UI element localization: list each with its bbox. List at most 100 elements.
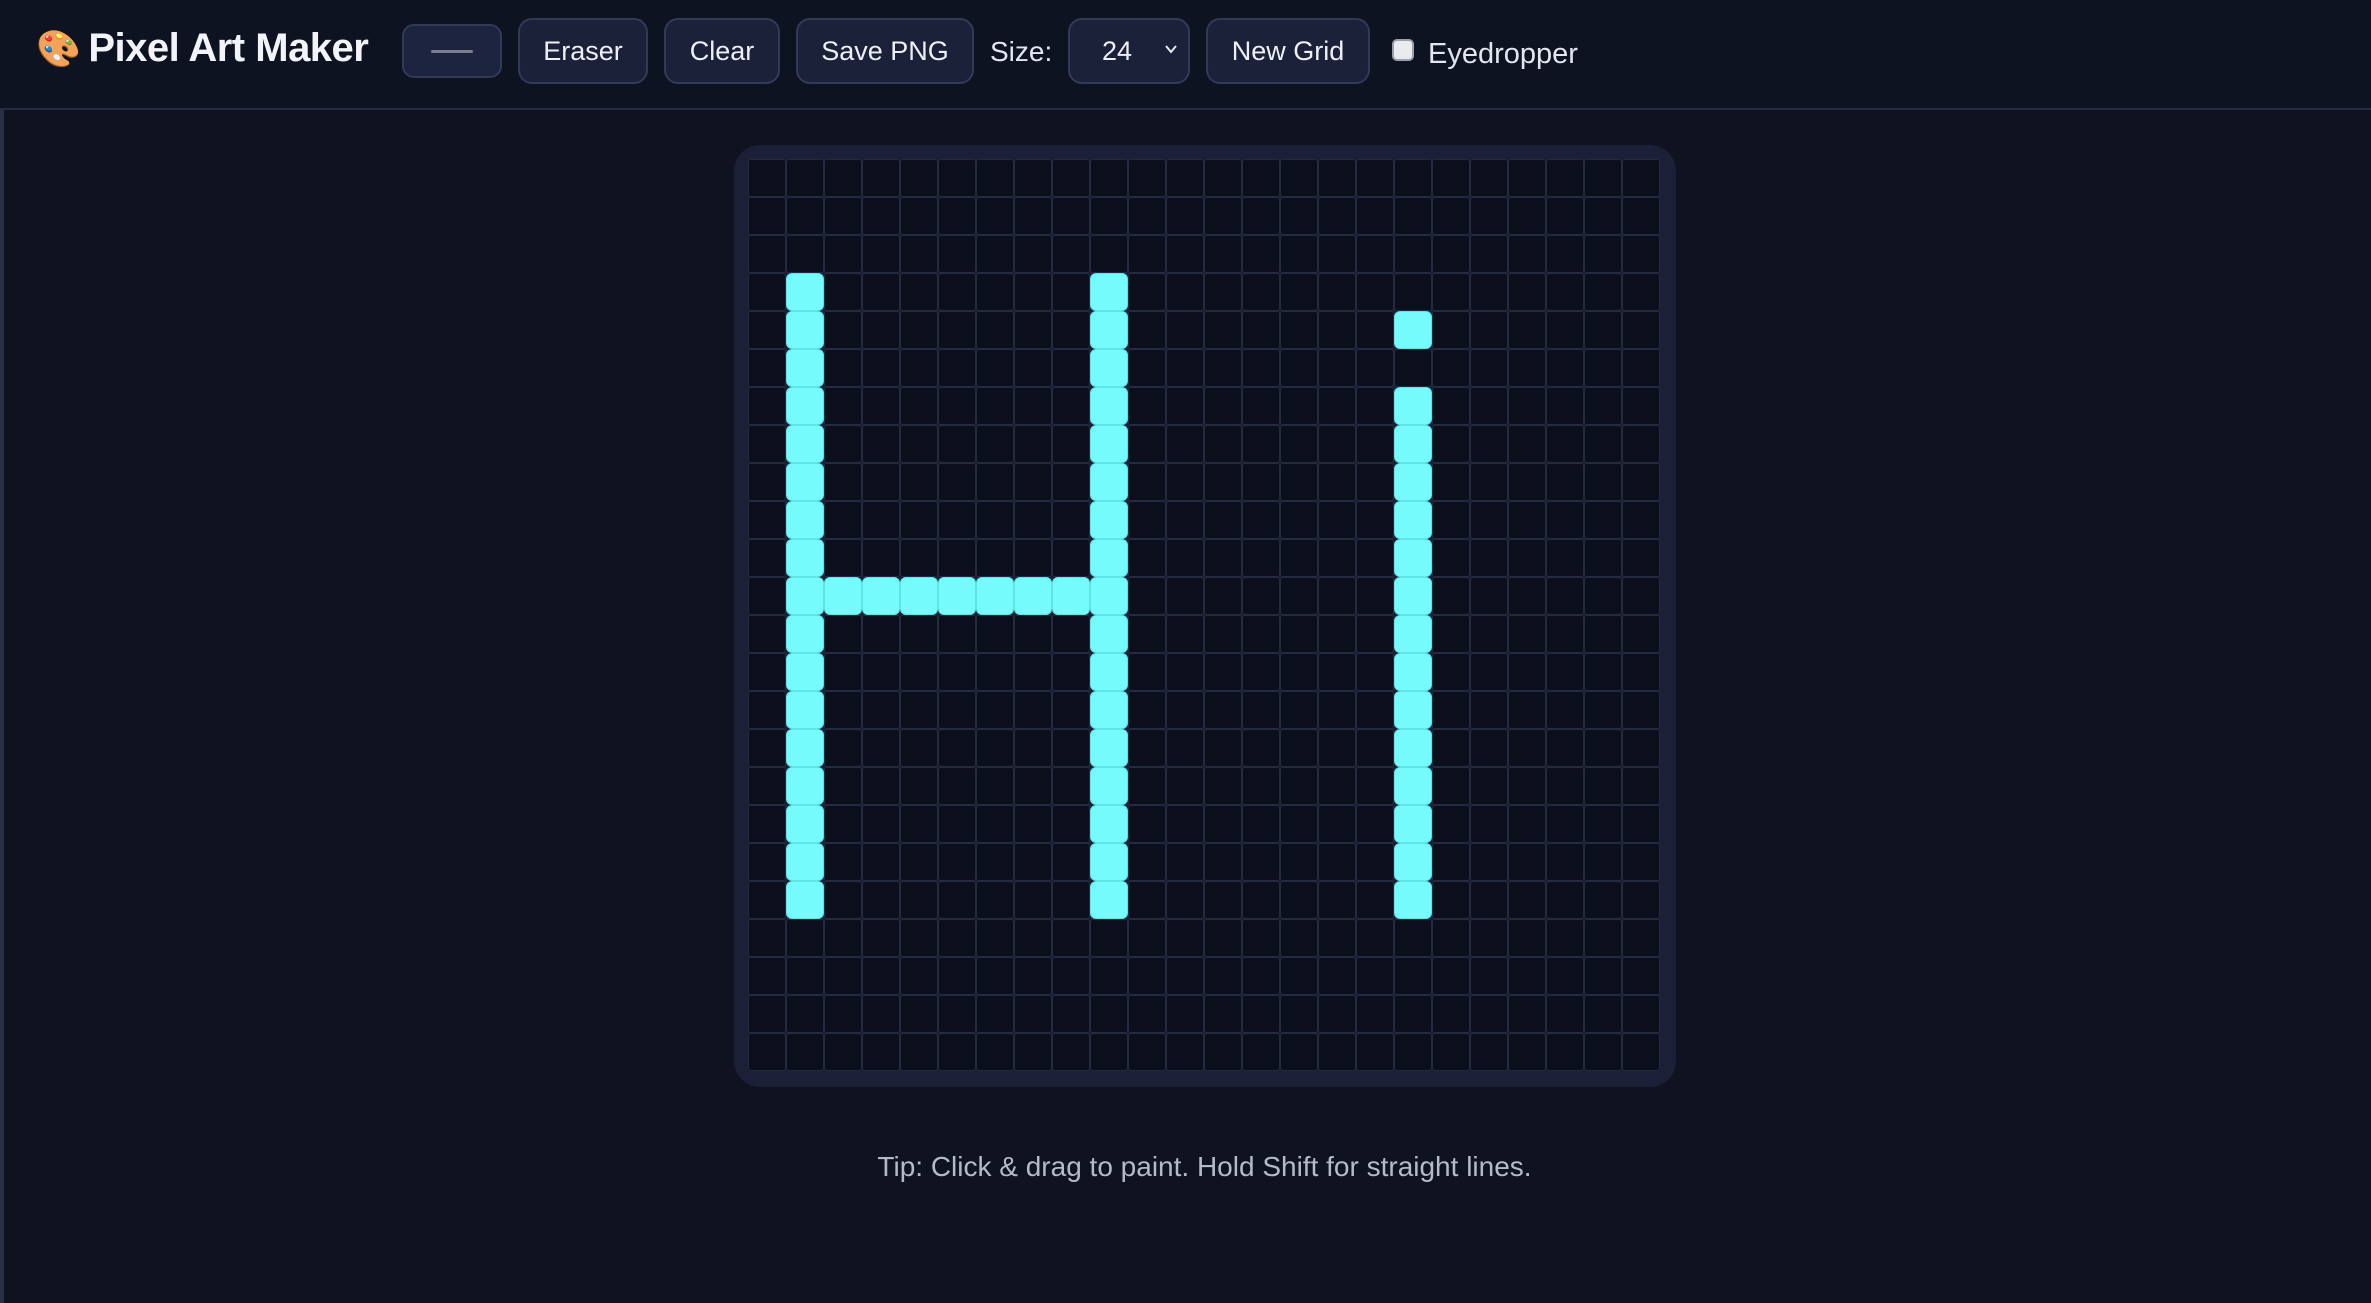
pixel-cell[interactable] bbox=[1128, 1033, 1166, 1071]
pixel-cell[interactable] bbox=[862, 843, 900, 881]
pixel-cell[interactable] bbox=[1318, 463, 1356, 501]
pixel-cell[interactable] bbox=[1242, 919, 1280, 957]
pixel-cell[interactable] bbox=[1584, 425, 1622, 463]
pixel-cell[interactable] bbox=[748, 463, 786, 501]
pixel-cell[interactable] bbox=[900, 615, 938, 653]
pixel-cell[interactable] bbox=[1052, 653, 1090, 691]
pixel-cell[interactable] bbox=[1584, 919, 1622, 957]
pixel-cell[interactable] bbox=[1394, 197, 1432, 235]
pixel-cell[interactable] bbox=[1356, 349, 1394, 387]
pixel-cell[interactable] bbox=[1318, 159, 1356, 197]
pixel-cell[interactable] bbox=[938, 729, 976, 767]
painted-pixel[interactable] bbox=[976, 577, 1014, 615]
pixel-cell[interactable] bbox=[1242, 577, 1280, 615]
pixel-cell[interactable] bbox=[1280, 615, 1318, 653]
pixel-cell[interactable] bbox=[1394, 273, 1432, 311]
pixel-cell[interactable] bbox=[748, 691, 786, 729]
pixel-cell[interactable] bbox=[1584, 463, 1622, 501]
pixel-cell[interactable] bbox=[1204, 235, 1242, 273]
pixel-cell[interactable] bbox=[1242, 501, 1280, 539]
pixel-cell[interactable] bbox=[748, 919, 786, 957]
pixel-cell[interactable] bbox=[1242, 615, 1280, 653]
painted-pixel[interactable] bbox=[1394, 843, 1432, 881]
pixel-cell[interactable] bbox=[1052, 805, 1090, 843]
pixel-cell[interactable] bbox=[1432, 235, 1470, 273]
pixel-cell[interactable] bbox=[1052, 881, 1090, 919]
pixel-cell[interactable] bbox=[1280, 995, 1318, 1033]
pixel-cell[interactable] bbox=[900, 1033, 938, 1071]
pixel-cell[interactable] bbox=[1128, 767, 1166, 805]
pixel-cell[interactable] bbox=[1546, 387, 1584, 425]
pixel-cell[interactable] bbox=[1242, 653, 1280, 691]
pixel-cell[interactable] bbox=[1508, 539, 1546, 577]
painted-pixel[interactable] bbox=[1394, 653, 1432, 691]
pixel-cell[interactable] bbox=[1622, 919, 1660, 957]
pixel-cell[interactable] bbox=[1470, 235, 1508, 273]
painted-pixel[interactable] bbox=[786, 729, 824, 767]
painted-pixel[interactable] bbox=[1090, 311, 1128, 349]
pixel-cell[interactable] bbox=[1546, 767, 1584, 805]
pixel-cell[interactable] bbox=[1432, 539, 1470, 577]
painted-pixel[interactable] bbox=[1394, 767, 1432, 805]
pixel-cell[interactable] bbox=[1622, 425, 1660, 463]
pixel-cell[interactable] bbox=[900, 729, 938, 767]
pixel-cell[interactable] bbox=[1014, 653, 1052, 691]
pixel-cell[interactable] bbox=[1584, 615, 1622, 653]
pixel-cell[interactable] bbox=[938, 881, 976, 919]
painted-pixel[interactable] bbox=[1394, 387, 1432, 425]
painted-pixel[interactable] bbox=[1014, 577, 1052, 615]
pixel-cell[interactable] bbox=[1508, 425, 1546, 463]
pixel-cell[interactable] bbox=[1356, 159, 1394, 197]
pixel-cell[interactable] bbox=[786, 957, 824, 995]
pixel-cell[interactable] bbox=[1470, 957, 1508, 995]
pixel-cell[interactable] bbox=[1242, 349, 1280, 387]
pixel-cell[interactable] bbox=[824, 159, 862, 197]
pixel-cell[interactable] bbox=[824, 843, 862, 881]
pixel-cell[interactable] bbox=[1280, 957, 1318, 995]
pixel-cell[interactable] bbox=[1356, 843, 1394, 881]
pixel-cell[interactable] bbox=[1280, 919, 1318, 957]
pixel-cell[interactable] bbox=[1508, 501, 1546, 539]
painted-pixel[interactable] bbox=[1090, 463, 1128, 501]
pixel-cell[interactable] bbox=[748, 729, 786, 767]
pixel-cell[interactable] bbox=[1128, 577, 1166, 615]
pixel-cell[interactable] bbox=[862, 729, 900, 767]
pixel-cell[interactable] bbox=[1052, 995, 1090, 1033]
pixel-cell[interactable] bbox=[1204, 311, 1242, 349]
pixel-cell[interactable] bbox=[748, 881, 786, 919]
pixel-cell[interactable] bbox=[1318, 501, 1356, 539]
pixel-cell[interactable] bbox=[1470, 387, 1508, 425]
pixel-cell[interactable] bbox=[1318, 273, 1356, 311]
painted-pixel[interactable] bbox=[786, 653, 824, 691]
pixel-cell[interactable] bbox=[1128, 881, 1166, 919]
pixel-cell[interactable] bbox=[1546, 691, 1584, 729]
pixel-cell[interactable] bbox=[900, 767, 938, 805]
pixel-cell[interactable] bbox=[786, 919, 824, 957]
pixel-cell[interactable] bbox=[1204, 615, 1242, 653]
painted-pixel[interactable] bbox=[1394, 501, 1432, 539]
pixel-cell[interactable] bbox=[1128, 311, 1166, 349]
pixel-cell[interactable] bbox=[938, 425, 976, 463]
pixel-cell[interactable] bbox=[1128, 729, 1166, 767]
pixel-cell[interactable] bbox=[824, 767, 862, 805]
pixel-cell[interactable] bbox=[1356, 197, 1394, 235]
pixel-cell[interactable] bbox=[1242, 463, 1280, 501]
pixel-cell[interactable] bbox=[862, 957, 900, 995]
painted-pixel[interactable] bbox=[1090, 577, 1128, 615]
pixel-cell[interactable] bbox=[900, 311, 938, 349]
pixel-cell[interactable] bbox=[1394, 159, 1432, 197]
pixel-cell[interactable] bbox=[1622, 995, 1660, 1033]
painted-pixel[interactable] bbox=[900, 577, 938, 615]
pixel-cell[interactable] bbox=[1166, 729, 1204, 767]
pixel-cell[interactable] bbox=[1280, 767, 1318, 805]
pixel-cell[interactable] bbox=[976, 311, 1014, 349]
pixel-cell[interactable] bbox=[824, 615, 862, 653]
pixel-cell[interactable] bbox=[1280, 311, 1318, 349]
pixel-cell[interactable] bbox=[1394, 349, 1432, 387]
pixel-cell[interactable] bbox=[1204, 919, 1242, 957]
pixel-cell[interactable] bbox=[862, 767, 900, 805]
pixel-cell[interactable] bbox=[1204, 767, 1242, 805]
pixel-cell[interactable] bbox=[862, 425, 900, 463]
pixel-cell[interactable] bbox=[1318, 311, 1356, 349]
pixel-cell[interactable] bbox=[1470, 1033, 1508, 1071]
